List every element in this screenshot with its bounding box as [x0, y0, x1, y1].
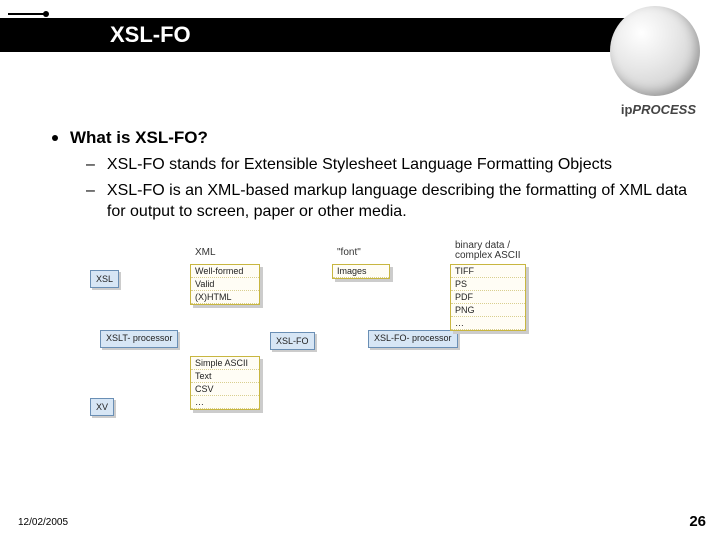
slide-header: XSL-FO ipPROCESS [0, 0, 720, 60]
col-item: … [451, 317, 525, 330]
box-xsl: XSL [90, 270, 119, 288]
xslfo-diagram: XSL XSLT- processor XV XSL-FO XSL-FO- pr… [160, 246, 580, 456]
box-xslt-processor: XSLT- processor [100, 330, 178, 348]
slide-title: XSL-FO [110, 22, 191, 48]
logo-sphere [610, 6, 700, 96]
slide-content: What is XSL-FO? – XSL-FO stands for Exte… [52, 128, 690, 227]
col-item: (X)HTML [191, 291, 259, 304]
box-xv: XV [90, 398, 114, 416]
sub-bullet: – XSL-FO stands for Extensible Styleshee… [86, 154, 690, 176]
col-header: XML [195, 247, 216, 258]
col-item: CSV [191, 383, 259, 396]
title-bar [0, 18, 660, 52]
box-xslfo-processor: XSL-FO- processor [368, 330, 458, 348]
diagram-column: XML Well-formed Valid (X)HTML [190, 264, 260, 305]
col-item: Images [333, 265, 389, 278]
sub-bullet: – XSL-FO is an XML-based markup language… [86, 180, 690, 223]
ipprocess-logo: ipPROCESS [621, 102, 696, 117]
col-item: PDF [451, 291, 525, 304]
col-item: Text [191, 370, 259, 383]
col-item: TIFF [451, 265, 525, 278]
heading-text: What is XSL-FO? [70, 128, 208, 148]
dash-icon: – [86, 154, 95, 176]
col-item: PS [451, 278, 525, 291]
box-xslfo: XSL-FO [270, 332, 315, 350]
diagram-column: binary data / complex ASCII TIFF PS PDF … [450, 264, 526, 331]
col-header: "font" [337, 247, 361, 258]
dash-icon: – [86, 180, 95, 223]
col-item: Simple ASCII [191, 357, 259, 370]
bullet-text: XSL-FO stands for Extensible Stylesheet … [107, 154, 612, 176]
col-item: PNG [451, 304, 525, 317]
col-item: Valid [191, 278, 259, 291]
col-item: Well-formed [191, 265, 259, 278]
bullet-text: XSL-FO is an XML-based markup language d… [107, 180, 690, 223]
col-header: binary data / complex ASCII [455, 241, 521, 261]
heading-bullet: What is XSL-FO? [52, 128, 690, 148]
diagram-column: Simple ASCII Text CSV … [190, 356, 260, 410]
col-item: … [191, 396, 259, 409]
footer-page-number: 26 [689, 513, 706, 530]
bullet-dot-icon [52, 135, 58, 141]
diagram-column: "font" Images [332, 264, 390, 279]
footer-date: 12/02/2005 [18, 517, 68, 528]
